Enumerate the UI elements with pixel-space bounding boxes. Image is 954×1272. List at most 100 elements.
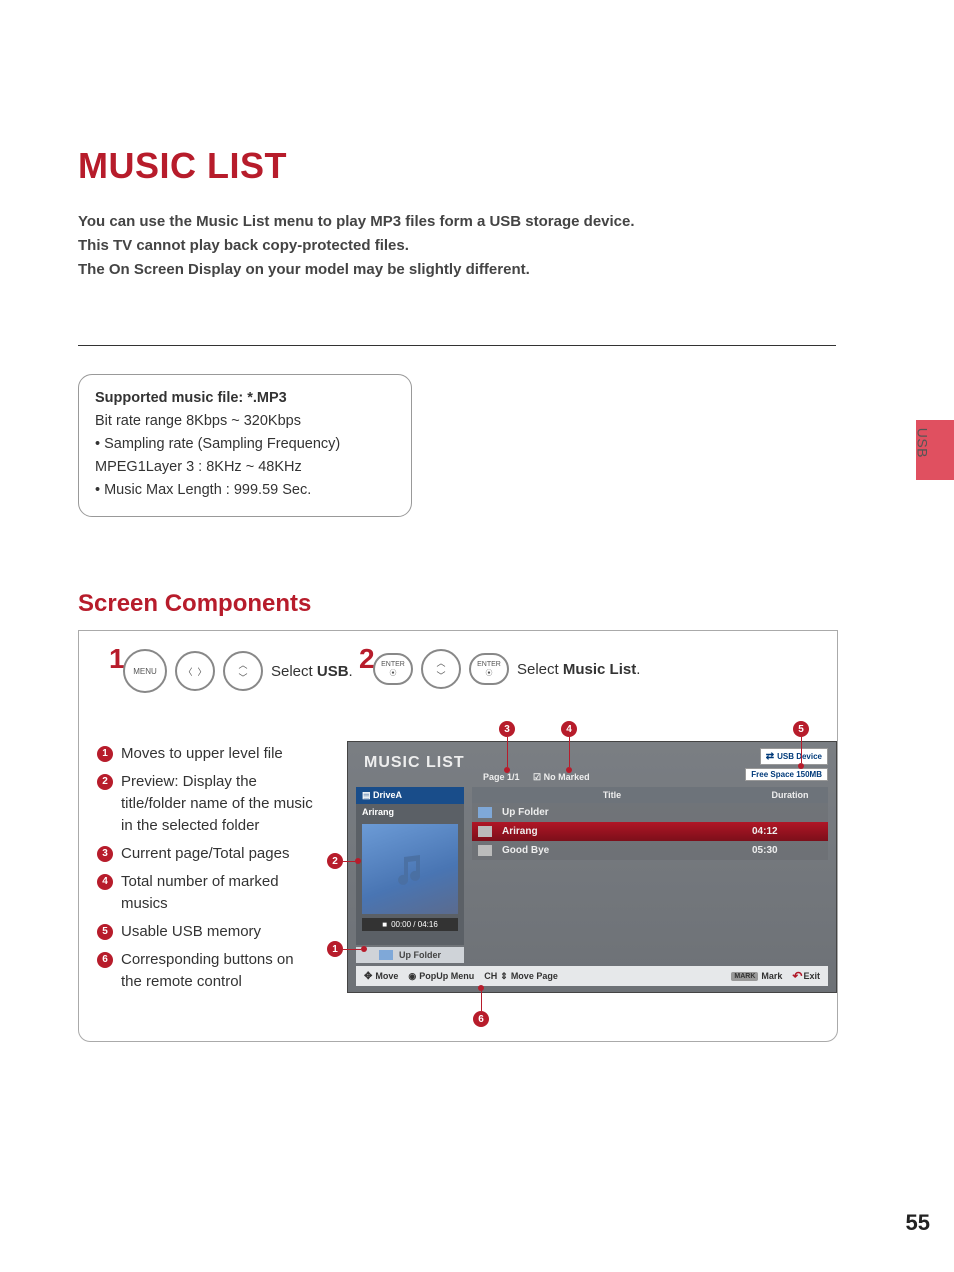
up-folder-button[interactable]: Up Folder xyxy=(356,947,464,963)
spec-bullet1: • Sampling rate (Sampling Frequency) MPE… xyxy=(95,433,395,479)
file-list-panel: Title Duration Up Folder Arirang 04:12 G… xyxy=(472,787,828,860)
album-art xyxy=(362,824,458,914)
row-dur: 05:30 xyxy=(752,845,822,856)
music-note-icon xyxy=(390,849,430,889)
list-header: Title Duration xyxy=(472,787,828,803)
side-tab-label: USB xyxy=(914,428,930,458)
explain-item: 4Total number of marked musics xyxy=(97,871,317,915)
explain-text-6: Corresponding buttons on the remote cont… xyxy=(121,949,317,993)
badge-4: 4 xyxy=(97,874,113,890)
dpad-vert-icon-2: ︿﹀ xyxy=(421,649,461,689)
explain-item: 1Moves to upper level file xyxy=(97,743,317,765)
step2-text-c: . xyxy=(636,661,640,678)
callout-line xyxy=(343,861,355,862)
callout-line xyxy=(343,949,361,950)
key-chmove: CH⇕Move Page xyxy=(484,971,558,982)
section-heading: Screen Components xyxy=(78,590,311,618)
menu-button-label: MENU xyxy=(133,667,157,676)
callout-badge-3: 3 xyxy=(499,721,515,737)
callout-dot xyxy=(478,985,484,991)
folder-up-icon xyxy=(478,807,492,818)
marked-label: No Marked xyxy=(544,772,590,782)
callout-badge-5: 5 xyxy=(793,721,809,737)
callout-dot xyxy=(566,767,572,773)
stop-icon: ■ xyxy=(382,920,387,929)
key-popup: ◉PopUp Menu xyxy=(408,971,474,982)
list-row-active[interactable]: Arirang 04:12 xyxy=(472,822,828,841)
divider xyxy=(78,345,836,346)
step2-text: Select Music List. xyxy=(517,661,640,678)
return-icon: ↶ xyxy=(792,969,800,983)
enter-button-label: ENTER xyxy=(381,661,405,668)
intro-line-3: The On Screen Display on your model may … xyxy=(78,258,635,282)
bottom-keyguide: ✥Move ◉PopUp Menu CH⇕Move Page MARKMark … xyxy=(356,966,828,986)
callout-line xyxy=(801,737,802,763)
current-folder-label: Arirang xyxy=(356,804,464,820)
intro-line-1: You can use the Music List menu to play … xyxy=(78,210,635,234)
badge-2: 2 xyxy=(97,774,113,790)
explanation-list: 1Moves to upper level file 2Preview: Dis… xyxy=(97,743,317,999)
explain-item: 5Usable USB memory xyxy=(97,921,317,943)
explain-item: 2Preview: Display the title/folder name … xyxy=(97,771,317,837)
dpad-vert-icon: ︿﹀ xyxy=(223,651,263,691)
step2-text-b: Music List xyxy=(563,661,636,678)
badge-6: 6 xyxy=(97,952,113,968)
step1-text: Select USB. xyxy=(271,663,353,680)
usb-icon: ⇄ xyxy=(766,751,774,762)
step1-text-a: Select xyxy=(271,663,317,680)
preview-panel: ▤ DriveA Arirang ■ 00:00 / 04:16 xyxy=(356,787,464,945)
drive-label: ▤ DriveA xyxy=(356,787,464,804)
explain-text-3: Current page/Total pages xyxy=(121,843,289,865)
col-duration: Duration xyxy=(752,787,828,803)
mark-key-icon: MARK xyxy=(731,972,758,981)
badge-5: 5 xyxy=(97,924,113,940)
music-list-screen: MUSIC LIST Page 1/1 ☑ No Marked ⇄ USB De… xyxy=(347,741,837,993)
page-title: MUSIC LIST xyxy=(78,145,287,187)
checkbox-icon: ☑ xyxy=(533,772,541,782)
move-icon: ✥ xyxy=(364,971,372,982)
file-icon xyxy=(478,845,492,856)
dpad-horiz-icon: 〈 〉 xyxy=(175,651,215,691)
row-name: Good Bye xyxy=(502,845,549,856)
callout-badge-6: 6 xyxy=(473,1011,489,1027)
explain-item: 6 Corresponding buttons on the remote con… xyxy=(97,949,317,993)
file-icon xyxy=(478,826,492,837)
enter-dot-icon: ◉ xyxy=(408,971,416,982)
explain-item: 3Current page/Total pages xyxy=(97,843,317,865)
play-progress: ■ 00:00 / 04:16 xyxy=(362,918,458,931)
step1-text-c: . xyxy=(349,663,353,680)
badge-1: 1 xyxy=(97,746,113,762)
callout-badge-2: 2 xyxy=(327,853,343,869)
page-number: 55 xyxy=(906,1210,930,1236)
usb-device-label: USB Device xyxy=(777,752,822,761)
spec-box: Supported music file: *.MP3 Bit rate ran… xyxy=(78,374,412,517)
spec-line1: Bit rate range 8Kbps ~ 320Kbps xyxy=(95,410,395,433)
usb-device-badge: ⇄ USB Device xyxy=(760,748,828,765)
section-frame: 1 MENU 〈 〉 ︿﹀ Select USB. 2 ENTER ⦿ ︿﹀ E… xyxy=(78,630,838,1042)
callout-badge-1: 1 xyxy=(327,941,343,957)
list-row[interactable]: Good Bye 05:30 xyxy=(472,841,828,860)
key-exit: ↶Exit xyxy=(792,969,820,983)
step2-text-a: Select xyxy=(517,661,563,678)
step1-text-b: USB xyxy=(317,663,349,680)
drive-icon: ▤ xyxy=(362,790,373,800)
enter-button-icon: ENTER ⦿ xyxy=(373,653,413,685)
intro-line-2: This TV cannot play back copy-protected … xyxy=(78,234,635,258)
callout-line xyxy=(507,737,508,767)
updown-icon: ⇕ xyxy=(500,971,508,982)
row-name: Arirang xyxy=(502,826,538,837)
callout-line xyxy=(569,737,570,767)
menu-button-icon: MENU xyxy=(123,649,167,693)
callout-dot xyxy=(504,767,510,773)
page-indicator: Page 1/1 xyxy=(483,772,520,782)
list-row-upfolder[interactable]: Up Folder xyxy=(472,803,828,822)
enter-button-label-2: ENTER xyxy=(477,661,501,668)
col-title: Title xyxy=(472,787,752,803)
row-dur: 04:12 xyxy=(752,826,822,837)
up-folder-label: Up Folder xyxy=(399,950,441,960)
screen-title: MUSIC LIST xyxy=(364,754,465,772)
spec-heading: Supported music file: *.MP3 xyxy=(95,387,395,410)
intro-text: You can use the Music List menu to play … xyxy=(78,210,635,282)
up-folder-icon xyxy=(379,950,393,960)
key-move: ✥Move xyxy=(364,971,398,982)
